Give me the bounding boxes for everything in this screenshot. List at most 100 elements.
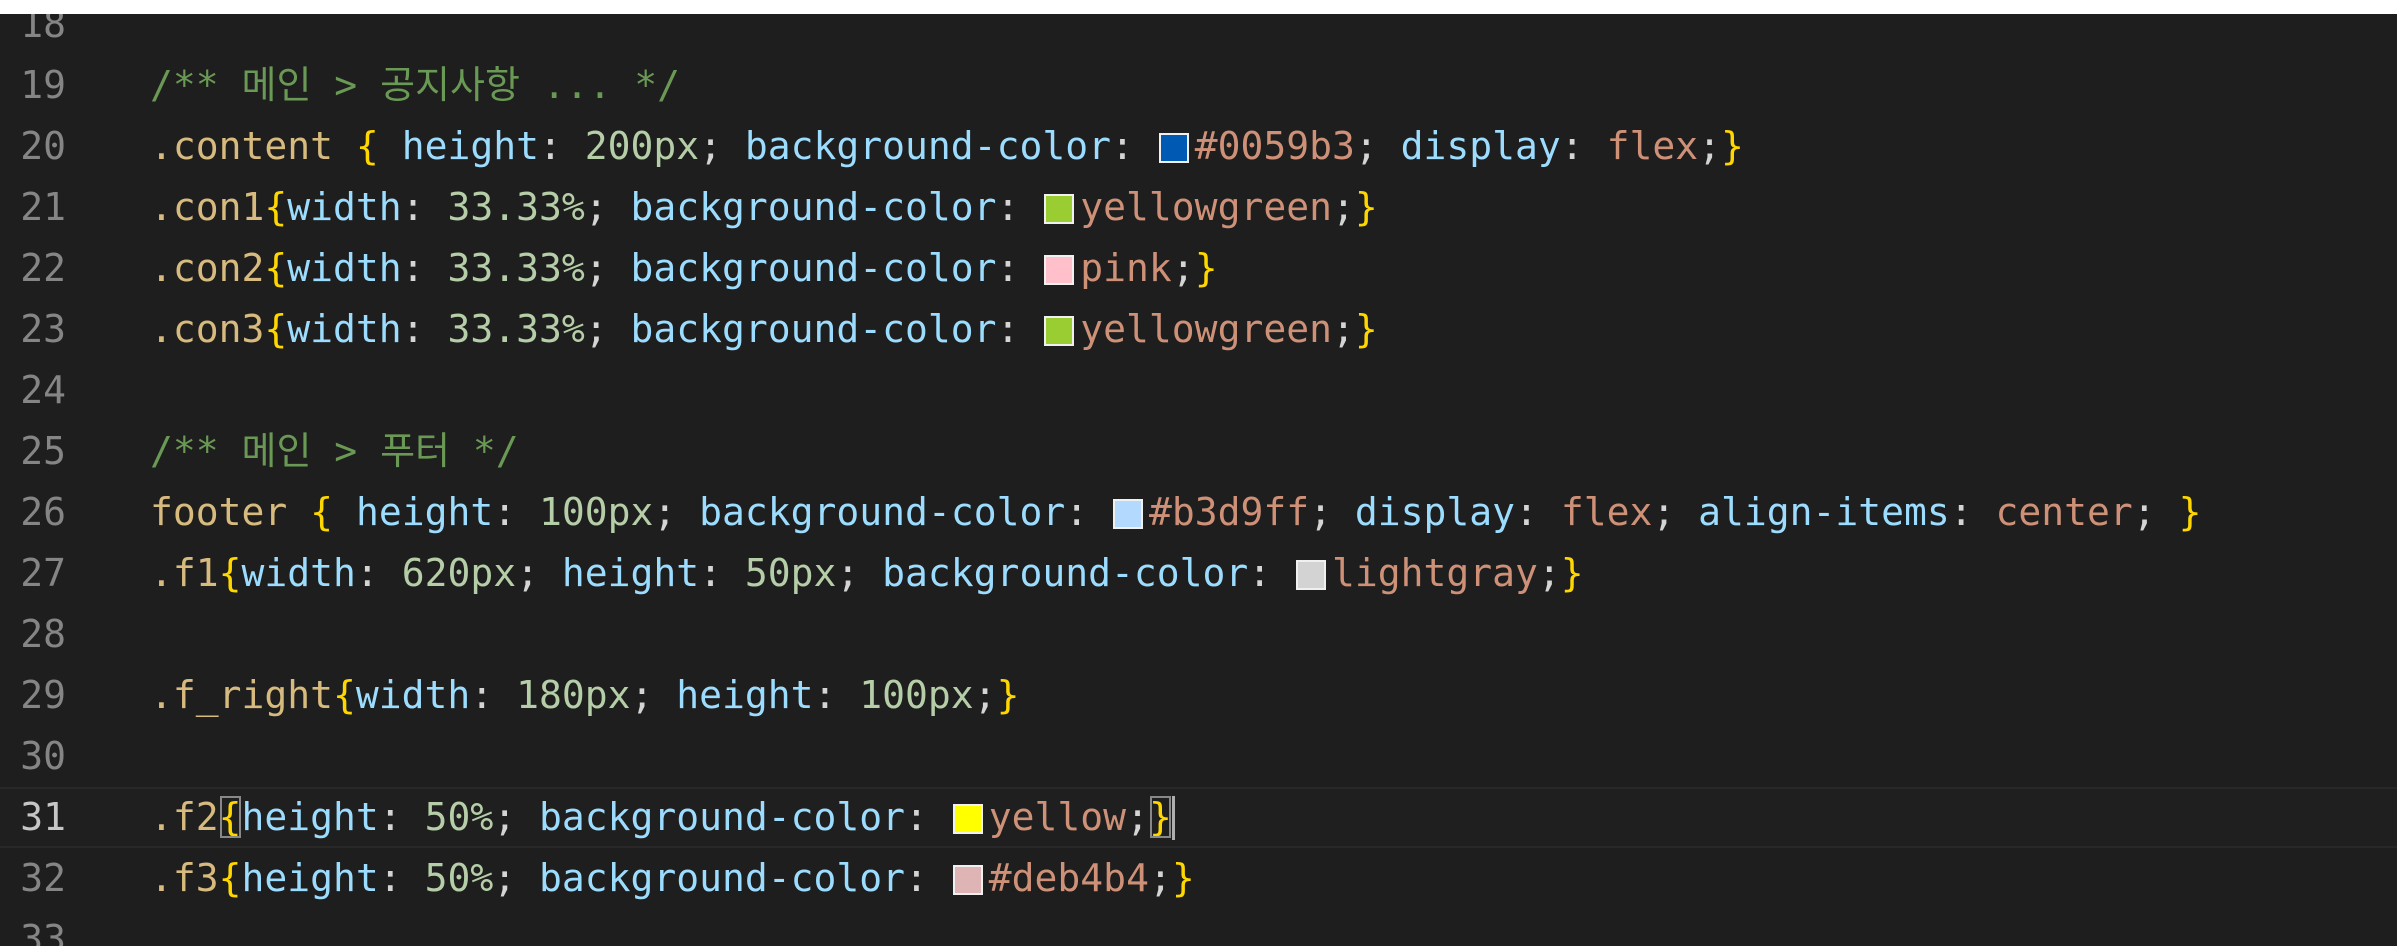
code-token: height <box>241 856 379 900</box>
code-token: ; <box>2132 490 2179 534</box>
code-line[interactable]: 26 footer { height: 100px; background-col… <box>0 482 2397 543</box>
code-token: { <box>264 185 288 229</box>
line-text[interactable]: footer { height: 100px; background-color… <box>150 482 2201 543</box>
code-line[interactable]: 25 /** 메인 > 푸터 */ <box>0 421 2397 482</box>
color-swatch[interactable] <box>1158 133 1189 163</box>
code-token: { <box>218 551 242 595</box>
code-line[interactable]: 23 .con3{width: 33.33%; background-color:… <box>0 299 2397 360</box>
code-token: } <box>1354 307 1378 351</box>
code-line[interactable]: 20 .content { height: 200px; background-c… <box>0 116 2397 177</box>
line-text[interactable]: .con3{width: 33.33%; background-color: y… <box>150 299 1378 360</box>
code-line[interactable]: 19 /** 메인 > 공지사항 ... */ <box>0 55 2397 116</box>
code-token: : <box>1949 490 1996 534</box>
code-token: { <box>333 673 356 717</box>
code-token: 620px <box>401 551 517 595</box>
line-number: 26 <box>20 490 66 534</box>
code-token: height <box>676 673 814 717</box>
line-text[interactable]: /** 메인 > 푸터 */ <box>150 421 519 482</box>
code-line[interactable]: 33 <box>0 909 2397 946</box>
line-number: 18 <box>20 14 66 46</box>
code-line[interactable]: 31 .f2{height: 50%; background-color: yel… <box>0 787 2397 848</box>
code-token: ; <box>1652 490 1699 534</box>
code-token: } <box>1148 795 1172 839</box>
code-line[interactable]: 29 .f_right{width: 180px; height: 100px;} <box>0 665 2397 726</box>
code-line[interactable]: 21 .con1{width: 33.33%; background-color:… <box>0 177 2397 238</box>
line-text[interactable]: /** 메인 > 공지사항 ... */ <box>150 55 680 116</box>
code-token: width <box>355 673 471 717</box>
color-swatch[interactable] <box>1044 194 1075 224</box>
code-token: background-color <box>699 490 1066 534</box>
code-token: ; <box>699 124 745 168</box>
code-token: ; <box>1354 124 1401 168</box>
code-token: ; <box>584 246 631 290</box>
code-token: background-color <box>882 551 1249 595</box>
line-text[interactable]: .con1{width: 33.33%; background-color: y… <box>150 177 1378 238</box>
code-token: { <box>264 307 288 351</box>
code-lines[interactable]: 18 19 /** 메인 > 공지사항 ... */ 20 .content { hei… <box>0 14 2397 946</box>
code-token: ; <box>1537 551 1561 595</box>
line-number: 28 <box>20 612 66 656</box>
code-token: ; <box>653 490 700 534</box>
code-line[interactable]: 18 <box>0 14 2397 55</box>
code-token: width <box>287 246 402 290</box>
code-token: : <box>905 856 951 900</box>
code-line[interactable]: 22 .con2{width: 33.33%; background-color:… <box>0 238 2397 299</box>
code-token: /** 메인 > 푸터 */ <box>150 429 519 473</box>
code-token: height <box>401 124 539 168</box>
code-token: ; <box>1331 307 1355 351</box>
code-token: display <box>1354 490 1516 534</box>
code-token: #0059b3 <box>1194 124 1355 168</box>
line-number: 19 <box>20 63 66 107</box>
code-token: width <box>287 307 402 351</box>
color-swatch[interactable] <box>1044 316 1075 346</box>
line-number: 30 <box>20 734 66 778</box>
code-token: } <box>1171 856 1195 900</box>
code-token: ; <box>1698 124 1721 168</box>
code-line[interactable]: 28 <box>0 604 2397 665</box>
color-swatch[interactable] <box>1112 499 1143 529</box>
code-token: .content <box>150 124 334 168</box>
code-token: footer <box>150 490 288 534</box>
code-line[interactable]: 24 <box>0 360 2397 421</box>
code-token: : <box>813 673 860 717</box>
code-line[interactable]: 30 <box>0 726 2397 787</box>
code-token: 50% <box>424 856 494 900</box>
code-token: { <box>355 124 379 168</box>
code-token: align-items <box>1698 490 1950 534</box>
line-text[interactable]: .f2{height: 50%; background-color: yello… <box>150 787 1175 848</box>
code-token: background-color <box>538 856 906 900</box>
color-swatch[interactable] <box>1044 255 1075 285</box>
code-token: { <box>310 490 334 534</box>
color-swatch[interactable] <box>1295 560 1326 590</box>
code-line[interactable]: 32 .f3{height: 50%; background-color: #de… <box>0 848 2397 909</box>
code-token: 50% <box>424 795 494 839</box>
code-token: background-color <box>538 795 906 839</box>
code-token: : <box>1560 124 1607 168</box>
code-line[interactable]: 27 .f1{width: 620px; height: 50px; backgr… <box>0 543 2397 604</box>
line-number: 21 <box>20 185 66 229</box>
code-token: #b3d9ff <box>1148 490 1310 534</box>
line-text[interactable]: .f3{height: 50%; background-color: #deb4… <box>150 848 1195 909</box>
code-editor[interactable]: 18 19 /** 메인 > 공지사항 ... */ 20 .content { hei… <box>0 14 2397 946</box>
line-number: 24 <box>20 368 66 412</box>
color-swatch[interactable] <box>952 804 983 834</box>
code-token: : <box>905 795 951 839</box>
code-token: .f2 <box>150 795 219 839</box>
code-token: 50px <box>744 551 837 595</box>
code-token: { <box>218 856 242 900</box>
line-text[interactable]: .f_right{width: 180px; height: 100px;} <box>150 665 1019 726</box>
code-token: : <box>538 124 585 168</box>
line-text[interactable]: .con2{width: 33.33%; background-color: p… <box>150 238 1218 299</box>
line-text[interactable]: .content { height: 200px; background-col… <box>150 116 1744 177</box>
color-swatch[interactable] <box>952 865 983 895</box>
line-text[interactable]: .f1{width: 620px; height: 50px; backgrou… <box>150 543 1584 604</box>
line-number: 25 <box>20 429 66 473</box>
code-token: ; <box>1148 856 1172 900</box>
code-token: .f1 <box>150 551 219 595</box>
line-number: 22 <box>20 246 66 290</box>
code-token: : <box>401 307 448 351</box>
code-token: } <box>1194 246 1218 290</box>
code-token: flex <box>1560 490 1653 534</box>
